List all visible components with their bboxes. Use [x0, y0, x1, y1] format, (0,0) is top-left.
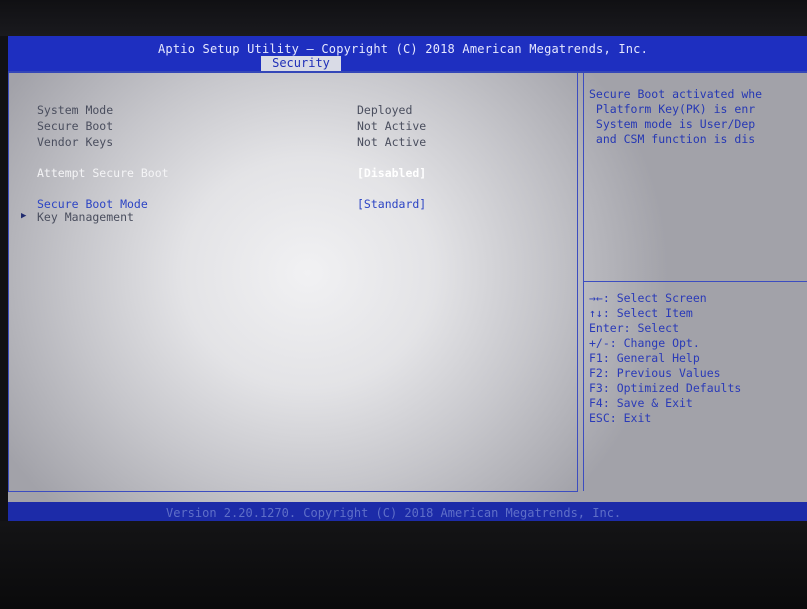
bios-footer: Version 2.20.1270. Copyright (C) 2018 Am…	[8, 502, 807, 523]
vendor-keys-value: Not Active	[357, 135, 427, 149]
help-line-1: Secure Boot activated whe	[589, 87, 763, 101]
bios-header: Aptio Setup Utility – Copyright (C) 2018…	[8, 36, 807, 71]
key-f3: F3: Optimized Defaults	[589, 381, 742, 395]
key-change-opt: +/-: Change Opt.	[589, 336, 700, 350]
monitor-bezel-bottom	[0, 521, 807, 609]
tab-security[interactable]: Security	[261, 56, 341, 71]
key-enter: Enter: Select	[589, 321, 680, 335]
header-title: Aptio Setup Utility – Copyright (C) 2018…	[158, 42, 649, 56]
help-line-3: System mode is User/Dep	[589, 117, 756, 131]
monitor-bezel-top	[0, 0, 807, 36]
key-f2: F2: Previous Values	[589, 366, 721, 380]
help-text-area: Secure Boot activated whe Platform Key(P…	[584, 82, 807, 282]
attempt-secure-boot-label[interactable]: Attempt Secure Boot	[37, 166, 169, 180]
system-mode-label: System Mode	[37, 103, 114, 117]
version-text: Version 2.20.1270. Copyright (C) 2018 Am…	[166, 506, 622, 520]
help-line-4: and CSM function is dis	[589, 132, 756, 146]
key-esc: ESC: Exit	[589, 411, 652, 425]
system-mode-value: Deployed	[357, 103, 413, 117]
key-f4: F4: Save & Exit	[589, 396, 693, 410]
key-f1: F1: General Help	[589, 351, 700, 365]
key-select-screen: →←: Select Screen	[589, 291, 707, 305]
monitor-bezel-left	[0, 36, 8, 521]
secure-boot-mode-label[interactable]: Secure Boot Mode	[37, 197, 148, 211]
secure-boot-mode-value[interactable]: [Standard]	[357, 197, 426, 211]
submenu-arrow-icon: ▶	[21, 211, 27, 221]
secure-boot-value: Not Active	[357, 119, 427, 133]
key-select-item: ↑↓: Select Item	[589, 306, 693, 320]
help-line-2: Platform Key(PK) is enr	[589, 102, 756, 116]
attempt-secure-boot-value[interactable]: [Disabled]	[357, 166, 426, 180]
key-management-item[interactable]: Key Management	[37, 210, 134, 224]
secure-boot-label: Secure Boot	[37, 119, 114, 133]
vendor-keys-label: Vendor Keys	[37, 135, 114, 149]
